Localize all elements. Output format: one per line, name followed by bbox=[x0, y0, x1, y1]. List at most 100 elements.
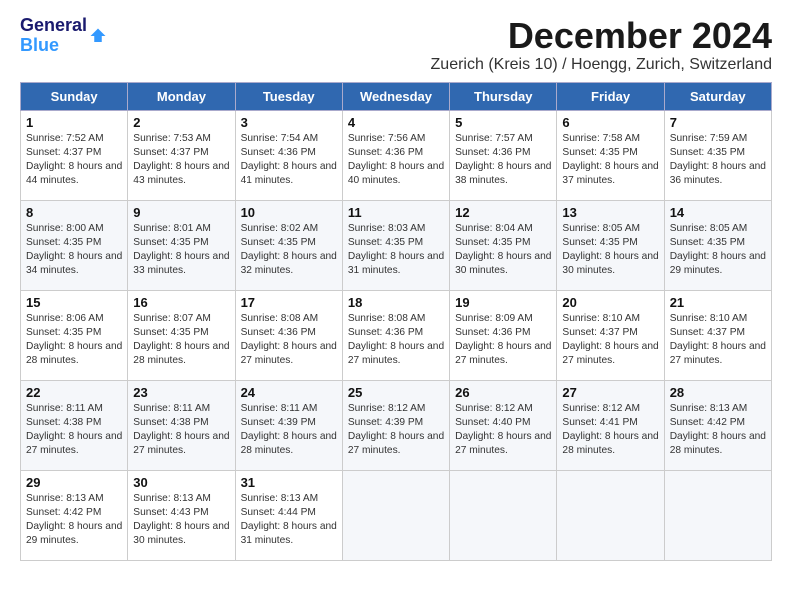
day-number: 30 bbox=[133, 475, 229, 490]
calendar-cell: 31 Sunrise: 8:13 AMSunset: 4:44 PMDayligh… bbox=[235, 470, 342, 560]
day-number: 4 bbox=[348, 115, 444, 130]
calendar-cell: 26 Sunrise: 8:12 AMSunset: 4:40 PMDayligh… bbox=[450, 380, 557, 470]
calendar-cell bbox=[450, 470, 557, 560]
calendar-cell: 21Sunrise: 8:10 AMSunset: 4:37 PMDayligh… bbox=[664, 290, 771, 380]
cell-info: Sunrise: 8:05 AMSunset: 4:35 PMDaylight:… bbox=[562, 222, 658, 279]
calendar-cell bbox=[342, 470, 449, 560]
day-number: 5 bbox=[455, 115, 551, 130]
calendar-cell: 25 Sunrise: 8:12 AMSunset: 4:39 PMDayligh… bbox=[342, 380, 449, 470]
cell-info: Sunrise: 8:10 AMSunset: 4:37 PMDaylight:… bbox=[562, 312, 658, 369]
day-number: 17 bbox=[241, 295, 337, 310]
calendar-cell: 14 Sunrise: 8:05 AMSunset: 4:35 PMDayligh… bbox=[664, 200, 771, 290]
calendar-cell bbox=[557, 470, 664, 560]
cell-info: Sunrise: 8:09 AMSunset: 4:36 PMDaylight:… bbox=[455, 312, 551, 369]
calendar-cell: 20 Sunrise: 8:10 AMSunset: 4:37 PMDayligh… bbox=[557, 290, 664, 380]
day-number: 13 bbox=[562, 205, 658, 220]
day-number: 9 bbox=[133, 205, 229, 220]
cell-info: Sunrise: 8:07 AMSunset: 4:35 PMDaylight:… bbox=[133, 312, 229, 369]
weekday-header-friday: Friday bbox=[557, 82, 664, 110]
calendar-cell: 11 Sunrise: 8:03 AMSunset: 4:35 PMDayligh… bbox=[342, 200, 449, 290]
calendar-cell: 28Sunrise: 8:13 AMSunset: 4:42 PMDayligh… bbox=[664, 380, 771, 470]
month-title: December 2024 bbox=[431, 16, 772, 56]
day-number: 26 bbox=[455, 385, 551, 400]
day-number: 24 bbox=[241, 385, 337, 400]
calendar-cell: 12 Sunrise: 8:04 AMSunset: 4:35 PMDayligh… bbox=[450, 200, 557, 290]
calendar-cell: 6Sunrise: 7:58 AMSunset: 4:35 PMDaylight… bbox=[557, 110, 664, 200]
cell-info: Sunrise: 7:52 AMSunset: 4:37 PMDaylight:… bbox=[26, 132, 122, 189]
cell-info: Sunrise: 7:59 AMSunset: 4:35 PMDaylight:… bbox=[670, 132, 766, 189]
day-number: 21 bbox=[670, 295, 766, 310]
day-number: 20 bbox=[562, 295, 658, 310]
day-number: 27 bbox=[562, 385, 658, 400]
cell-info: Sunrise: 8:02 AMSunset: 4:35 PMDaylight:… bbox=[241, 222, 337, 279]
day-number: 28 bbox=[670, 385, 766, 400]
cell-info: Sunrise: 8:01 AMSunset: 4:35 PMDaylight:… bbox=[133, 222, 229, 279]
calendar-cell: 10 Sunrise: 8:02 AMSunset: 4:35 PMDayligh… bbox=[235, 200, 342, 290]
calendar-cell bbox=[664, 470, 771, 560]
cell-info: Sunrise: 8:13 AMSunset: 4:44 PMDaylight:… bbox=[241, 492, 337, 549]
calendar-table: SundayMondayTuesdayWednesdayThursdayFrid… bbox=[20, 82, 772, 561]
calendar-cell: 2Sunrise: 7:53 AMSunset: 4:37 PMDaylight… bbox=[128, 110, 235, 200]
calendar-cell: 1 Sunrise: 7:52 AMSunset: 4:37 PMDaylight… bbox=[21, 110, 128, 200]
day-number: 18 bbox=[348, 295, 444, 310]
day-number: 25 bbox=[348, 385, 444, 400]
cell-info: Sunrise: 7:53 AMSunset: 4:37 PMDaylight:… bbox=[133, 132, 229, 189]
location-title: Zuerich (Kreis 10) / Hoengg, Zurich, Swi… bbox=[431, 56, 772, 74]
calendar-cell: 27 Sunrise: 8:12 AMSunset: 4:41 PMDayligh… bbox=[557, 380, 664, 470]
day-number: 14 bbox=[670, 205, 766, 220]
cell-info: Sunrise: 8:13 AMSunset: 4:42 PMDaylight:… bbox=[26, 492, 122, 549]
logo: GeneralBlue bbox=[20, 16, 107, 56]
calendar-cell: 5 Sunrise: 7:57 AMSunset: 4:36 PMDaylight… bbox=[450, 110, 557, 200]
weekday-header-thursday: Thursday bbox=[450, 82, 557, 110]
day-number: 23 bbox=[133, 385, 229, 400]
calendar-cell: 17 Sunrise: 8:08 AMSunset: 4:36 PMDayligh… bbox=[235, 290, 342, 380]
cell-info: Sunrise: 8:12 AMSunset: 4:39 PMDaylight:… bbox=[348, 402, 444, 459]
day-number: 3 bbox=[241, 115, 337, 130]
cell-info: Sunrise: 7:56 AMSunset: 4:36 PMDaylight:… bbox=[348, 132, 444, 189]
day-number: 11 bbox=[348, 205, 444, 220]
day-number: 19 bbox=[455, 295, 551, 310]
cell-info: Sunrise: 8:03 AMSunset: 4:35 PMDaylight:… bbox=[348, 222, 444, 279]
cell-info: Sunrise: 8:12 AMSunset: 4:41 PMDaylight:… bbox=[562, 402, 658, 459]
calendar-cell: 4 Sunrise: 7:56 AMSunset: 4:36 PMDaylight… bbox=[342, 110, 449, 200]
day-number: 7 bbox=[670, 115, 766, 130]
cell-info: Sunrise: 8:00 AMSunset: 4:35 PMDaylight:… bbox=[26, 222, 122, 279]
cell-info: Sunrise: 8:13 AMSunset: 4:43 PMDaylight:… bbox=[133, 492, 229, 549]
calendar-cell: 3 Sunrise: 7:54 AMSunset: 4:36 PMDaylight… bbox=[235, 110, 342, 200]
header-right: December 2024 Zuerich (Kreis 10) / Hoeng… bbox=[431, 16, 772, 74]
cell-info: Sunrise: 8:05 AMSunset: 4:35 PMDaylight:… bbox=[670, 222, 766, 279]
day-number: 15 bbox=[26, 295, 122, 310]
calendar-cell: 18 Sunrise: 8:08 AMSunset: 4:36 PMDayligh… bbox=[342, 290, 449, 380]
calendar-cell: 15 Sunrise: 8:06 AMSunset: 4:35 PMDayligh… bbox=[21, 290, 128, 380]
cell-info: Sunrise: 8:06 AMSunset: 4:35 PMDaylight:… bbox=[26, 312, 122, 369]
cell-info: Sunrise: 8:11 AMSunset: 4:39 PMDaylight:… bbox=[241, 402, 337, 459]
day-number: 10 bbox=[241, 205, 337, 220]
calendar-cell: 16Sunrise: 8:07 AMSunset: 4:35 PMDayligh… bbox=[128, 290, 235, 380]
weekday-header-monday: Monday bbox=[128, 82, 235, 110]
cell-info: Sunrise: 8:12 AMSunset: 4:40 PMDaylight:… bbox=[455, 402, 551, 459]
calendar-cell: 8 Sunrise: 8:00 AMSunset: 4:35 PMDaylight… bbox=[21, 200, 128, 290]
calendar-cell: 22 Sunrise: 8:11 AMSunset: 4:38 PMDayligh… bbox=[21, 380, 128, 470]
logo-icon bbox=[89, 27, 107, 45]
cell-info: Sunrise: 8:08 AMSunset: 4:36 PMDaylight:… bbox=[241, 312, 337, 369]
cell-info: Sunrise: 8:04 AMSunset: 4:35 PMDaylight:… bbox=[455, 222, 551, 279]
cell-info: Sunrise: 8:11 AMSunset: 4:38 PMDaylight:… bbox=[133, 402, 229, 459]
cell-info: Sunrise: 8:11 AMSunset: 4:38 PMDaylight:… bbox=[26, 402, 122, 459]
cell-info: Sunrise: 7:54 AMSunset: 4:36 PMDaylight:… bbox=[241, 132, 337, 189]
day-number: 31 bbox=[241, 475, 337, 490]
weekday-header-sunday: Sunday bbox=[21, 82, 128, 110]
cell-info: Sunrise: 7:57 AMSunset: 4:36 PMDaylight:… bbox=[455, 132, 551, 189]
weekday-header-wednesday: Wednesday bbox=[342, 82, 449, 110]
weekday-header-saturday: Saturday bbox=[664, 82, 771, 110]
day-number: 8 bbox=[26, 205, 122, 220]
weekday-header-tuesday: Tuesday bbox=[235, 82, 342, 110]
calendar-cell: 7 Sunrise: 7:59 AMSunset: 4:35 PMDaylight… bbox=[664, 110, 771, 200]
calendar-cell: 9 Sunrise: 8:01 AMSunset: 4:35 PMDaylight… bbox=[128, 200, 235, 290]
day-number: 22 bbox=[26, 385, 122, 400]
cell-info: Sunrise: 8:08 AMSunset: 4:36 PMDaylight:… bbox=[348, 312, 444, 369]
calendar-cell: 23 Sunrise: 8:11 AMSunset: 4:38 PMDayligh… bbox=[128, 380, 235, 470]
day-number: 12 bbox=[455, 205, 551, 220]
calendar-cell: 24 Sunrise: 8:11 AMSunset: 4:39 PMDayligh… bbox=[235, 380, 342, 470]
day-number: 1 bbox=[26, 115, 122, 130]
calendar-cell: 19 Sunrise: 8:09 AMSunset: 4:36 PMDayligh… bbox=[450, 290, 557, 380]
